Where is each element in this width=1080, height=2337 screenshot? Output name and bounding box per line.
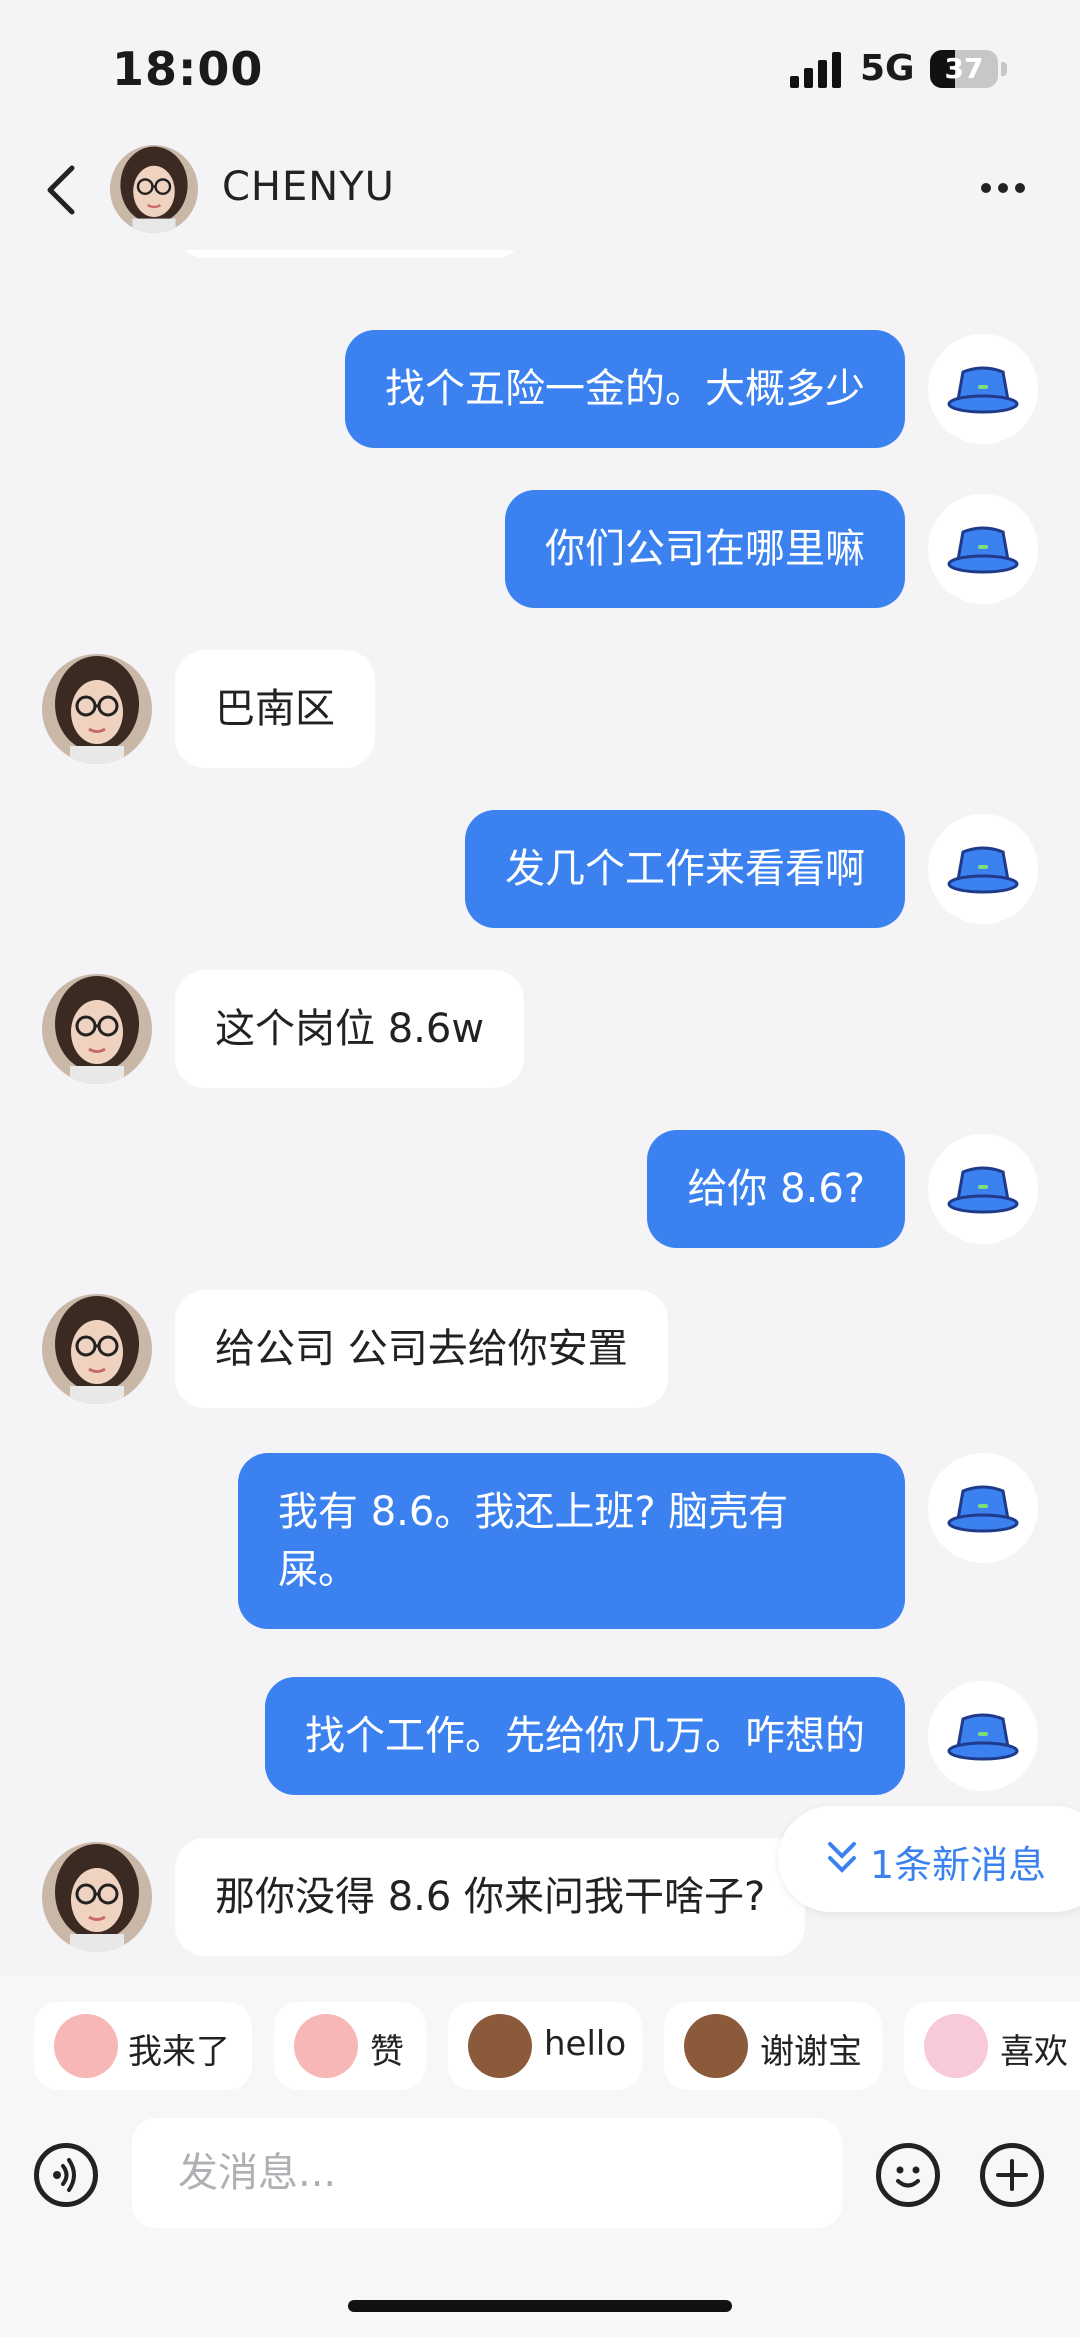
contact-avatar[interactable] [110, 145, 198, 233]
battery-cap [1001, 62, 1007, 76]
message-list[interactable]: 找个五险一金的。大概多少 你们公司在哪里嘛 巴南区 发几个工作来看看啊 这个岗位… [0, 250, 1080, 1975]
emoji-icon[interactable] [876, 2143, 940, 2207]
message-bubble[interactable]: 发几个工作来看看啊 [465, 810, 905, 928]
more-horizontal-icon[interactable] [978, 168, 1028, 208]
contact-avatar-small[interactable] [42, 1842, 152, 1952]
network-type: 5G [860, 48, 915, 89]
sticker-chip[interactable]: hello [448, 2002, 642, 2090]
sticker-chip[interactable]: 赞 [274, 2002, 426, 2090]
monkey-sticker-icon [684, 2014, 748, 2078]
message-bubble[interactable]: 你们公司在哪里嘛 [505, 490, 905, 608]
bucket-hat-avatar-icon[interactable] [928, 1453, 1038, 1563]
composer-panel: 我来了 赞 hello 谢谢宝 喜欢 [0, 1975, 1080, 2337]
message-bubble[interactable]: 那你没得 8.6 你来问我干啥子? [175, 1838, 806, 1956]
message-input[interactable] [132, 2118, 842, 2228]
message-bubble[interactable]: 这个岗位 8.6w [175, 970, 525, 1088]
message-bubble[interactable]: 给公司 公司去给你安置 [175, 1290, 668, 1408]
home-indicator [348, 2300, 732, 2312]
bucket-hat-avatar-icon[interactable] [928, 1681, 1038, 1791]
sticker-label: hello [544, 2024, 627, 2064]
sticker-chip[interactable]: 喜欢 [904, 2002, 1080, 2090]
contact-name[interactable]: CHENYU [222, 164, 395, 210]
pig-sticker-icon [54, 2014, 118, 2078]
new-messages-label: 1条新消息 [870, 1843, 1047, 1887]
battery-icon: 37 [930, 50, 998, 88]
chevron-left-icon[interactable] [42, 160, 82, 220]
bucket-hat-avatar-icon[interactable] [928, 814, 1038, 924]
pig-sticker-icon [924, 2014, 988, 2078]
sticker-label: 谢谢宝 [760, 2032, 862, 2072]
contact-avatar-small[interactable] [42, 654, 152, 764]
message-bubble[interactable]: 巴南区 [175, 650, 375, 768]
sticker-label: 赞 [370, 2032, 404, 2072]
sticker-label: 喜欢 [1000, 2032, 1068, 2072]
bucket-hat-avatar-icon[interactable] [928, 494, 1038, 604]
message-bubble[interactable]: 给你 8.6? [647, 1130, 905, 1248]
plus-icon[interactable] [980, 2143, 1044, 2207]
chat-header: CHENYU [0, 130, 1080, 250]
message-bubble[interactable]: 我有 8.6。我还上班? 脑壳有 屎。 [238, 1453, 905, 1629]
bucket-hat-avatar-icon[interactable] [928, 1134, 1038, 1244]
cellular-signal-icon [790, 52, 844, 88]
message-bubble[interactable]: 找个工作。先给你几万。咋想的 [265, 1677, 905, 1795]
monkey-sticker-icon [468, 2014, 532, 2078]
sticker-chip[interactable]: 谢谢宝 [664, 2002, 882, 2090]
bucket-hat-avatar-icon[interactable] [928, 334, 1038, 444]
pig-sticker-icon [294, 2014, 358, 2078]
message-bubble[interactable]: 找个五险一金的。大概多少 [345, 330, 905, 448]
voice-icon[interactable] [34, 2143, 98, 2207]
status-time: 18:00 [112, 42, 264, 96]
contact-avatar-small[interactable] [42, 250, 152, 260]
sticker-chip[interactable]: 我来了 [34, 2002, 252, 2090]
new-messages-pill[interactable]: 1条新消息 [778, 1806, 1080, 1912]
sticker-label: 我来了 [128, 2032, 230, 2072]
double-chevron-down-icon [828, 1842, 856, 1873]
battery-percent: 37 [944, 52, 984, 85]
partial-message [0, 250, 1080, 290]
status-bar: 18:00 5G 37 [0, 0, 1080, 130]
contact-avatar-small[interactable] [42, 974, 152, 1084]
contact-avatar-small[interactable] [42, 1294, 152, 1404]
